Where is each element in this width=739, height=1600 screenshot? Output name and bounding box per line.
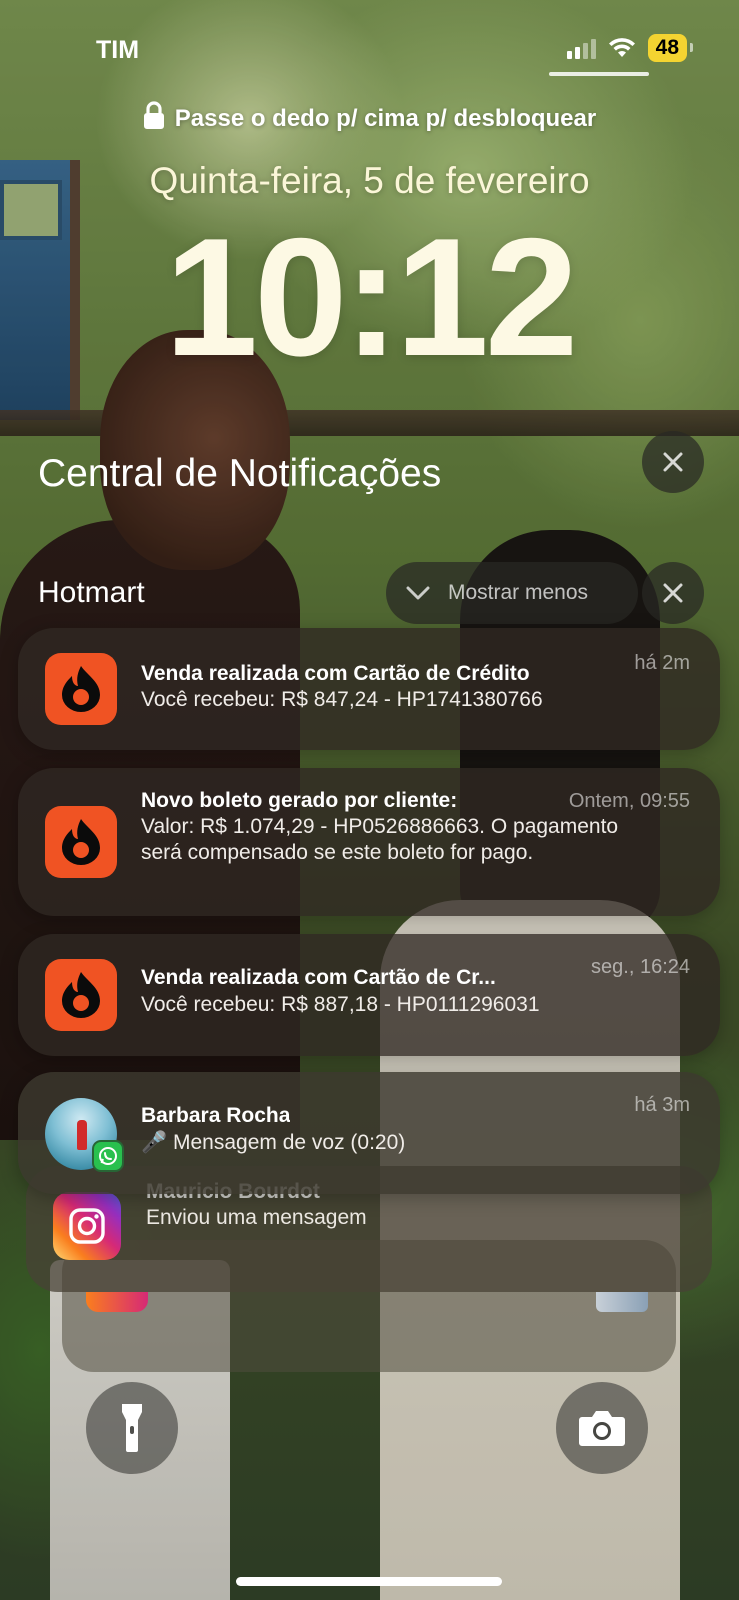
instagram-icon <box>69 1208 105 1244</box>
stacked-thumbnail <box>596 1292 648 1312</box>
close-icon <box>663 583 683 603</box>
flame-icon <box>62 972 100 1018</box>
carrier-name: TIM <box>96 36 140 64</box>
group-app-title: Hotmart <box>38 576 145 609</box>
notification-card[interactable]: Barbara Rocha há 3m 🎤 Mensagem de voz (0… <box>18 1072 720 1194</box>
notification-time: há 2m <box>634 652 690 674</box>
lock-clock: 10:12 <box>164 203 579 391</box>
camera-button[interactable] <box>556 1382 648 1474</box>
show-less-button[interactable]: Mostrar menos <box>386 562 638 624</box>
notification-body: Você recebeu: R$ 847,24 - HP1741380766 <box>141 688 543 711</box>
notification-card[interactable]: Venda realizada com Cartão de Cr... seg.… <box>18 934 720 1056</box>
unlock-hint-text: Passe o dedo p/ cima p/ desbloquear <box>174 105 597 132</box>
notification-time: há 3m <box>634 1094 690 1116</box>
notification-body: 🎤 Mensagem de voz (0:20) <box>141 1131 406 1154</box>
stacked-app-icon-back <box>86 1292 148 1312</box>
notification-title: Venda realizada com Cartão de Crédito <box>141 662 530 685</box>
clear-group-button[interactable] <box>642 562 704 624</box>
instagram-app-icon <box>53 1192 121 1260</box>
battery-icon: 48 <box>647 34 694 62</box>
signal-icon <box>566 37 596 59</box>
wifi-icon <box>608 38 635 57</box>
flashlight-button[interactable] <box>86 1382 178 1474</box>
notification-time: seg., 16:24 <box>591 956 690 978</box>
flashlight-icon <box>122 1404 142 1452</box>
whatsapp-badge-icon <box>92 1140 124 1172</box>
stacked-notification-body: Enviou uma mensagem <box>146 1206 367 1229</box>
hotmart-app-icon <box>45 806 117 878</box>
notification-card[interactable]: Novo boleto gerado por cliente: Ontem, 0… <box>18 768 720 916</box>
hotmart-app-icon <box>45 959 117 1031</box>
status-indicator-bar <box>549 72 649 76</box>
camera-icon <box>579 1411 625 1446</box>
status-icons: 48 <box>566 34 694 62</box>
unlock-hint: Passe o dedo p/ cima p/ desbloquear <box>0 100 739 133</box>
whatsapp-icon <box>99 1147 117 1165</box>
close-icon <box>663 452 683 472</box>
notification-title: Novo boleto gerado por cliente: <box>141 789 458 812</box>
notification-time: Ontem, 09:55 <box>568 790 690 812</box>
show-less-label: Mostrar menos <box>448 581 589 604</box>
notification-center-title: Central de Notificações <box>38 452 442 495</box>
notification-body: Você recebeu: R$ 887,18 - HP0111296031 <box>141 993 540 1016</box>
clear-all-button[interactable] <box>642 431 704 493</box>
lock-icon <box>143 101 164 129</box>
hotmart-app-icon <box>45 653 117 725</box>
notification-title: Barbara Rocha <box>141 1104 291 1127</box>
avatar-figure <box>77 1120 87 1150</box>
notification-body: Valor: R$ 1.074,29 - HP0526886663. O pag… <box>141 815 619 864</box>
lock-date: Quinta-feira, 5 de fevereiro <box>149 160 590 201</box>
home-indicator[interactable] <box>236 1577 502 1586</box>
chevron-down-icon <box>406 586 430 600</box>
flame-icon <box>62 819 100 865</box>
notification-card[interactable]: Venda realizada com Cartão de Crédito há… <box>18 628 720 750</box>
notification-title: Venda realizada com Cartão de Cr... <box>141 966 496 989</box>
flame-icon <box>62 666 100 712</box>
